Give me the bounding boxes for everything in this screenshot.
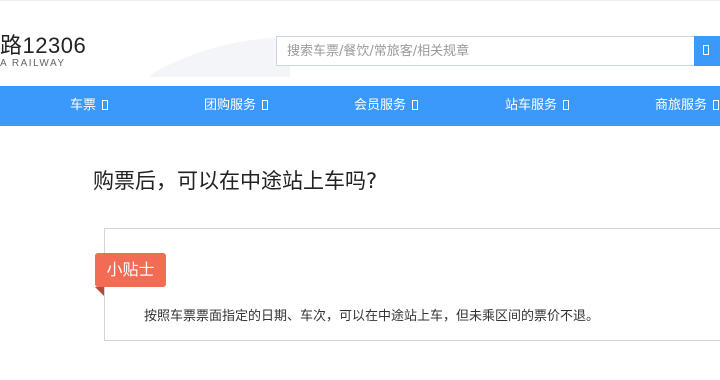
nav-item-label: 站车服务	[505, 98, 558, 113]
header-decoration	[150, 37, 290, 77]
tip-badge: 小贴士	[95, 253, 166, 287]
nav-item-group-services[interactable]: 团购服务	[204, 86, 269, 126]
question-title: 购票后，可以在中途站上车吗?	[93, 169, 378, 193]
chevron-down-icon	[262, 99, 269, 110]
tip-card	[104, 228, 720, 341]
nav-item-business-travel[interactable]: 商旅服务	[655, 86, 720, 126]
header: 路12306 A RAILWAY	[0, 0, 720, 87]
search-icon	[703, 45, 709, 55]
nav-item-label: 会员服务	[354, 98, 407, 113]
search-button[interactable]	[694, 36, 720, 66]
chevron-down-icon	[412, 99, 419, 110]
nav-item-label: 商旅服务	[655, 98, 708, 113]
nav-item-station-services[interactable]: 站车服务	[505, 86, 570, 126]
nav-item-label: 车票	[70, 98, 97, 113]
nav-item-tickets[interactable]: 车票	[70, 86, 109, 126]
search-box	[276, 36, 694, 66]
search-input[interactable]	[277, 37, 694, 65]
chevron-down-icon	[563, 99, 570, 110]
tip-badge-fold	[95, 287, 104, 296]
nav-item-member-services[interactable]: 会员服务	[354, 86, 419, 126]
page: 路12306 A RAILWAY 车票 团购服务 会员服务 站车服务 商旅服务 …	[0, 0, 720, 380]
tip-text: 按照车票票面指定的日期、车次，可以在中途站上车，但未乘区间的票价不退。	[144, 309, 600, 324]
main-nav: 车票 团购服务 会员服务 站车服务 商旅服务	[0, 86, 720, 126]
site-logo-text[interactable]: 路12306	[0, 28, 86, 60]
site-logo-subtitle: A RAILWAY	[0, 58, 66, 69]
chevron-down-icon	[102, 99, 109, 110]
chevron-down-icon	[713, 99, 720, 110]
nav-item-label: 团购服务	[204, 98, 257, 113]
